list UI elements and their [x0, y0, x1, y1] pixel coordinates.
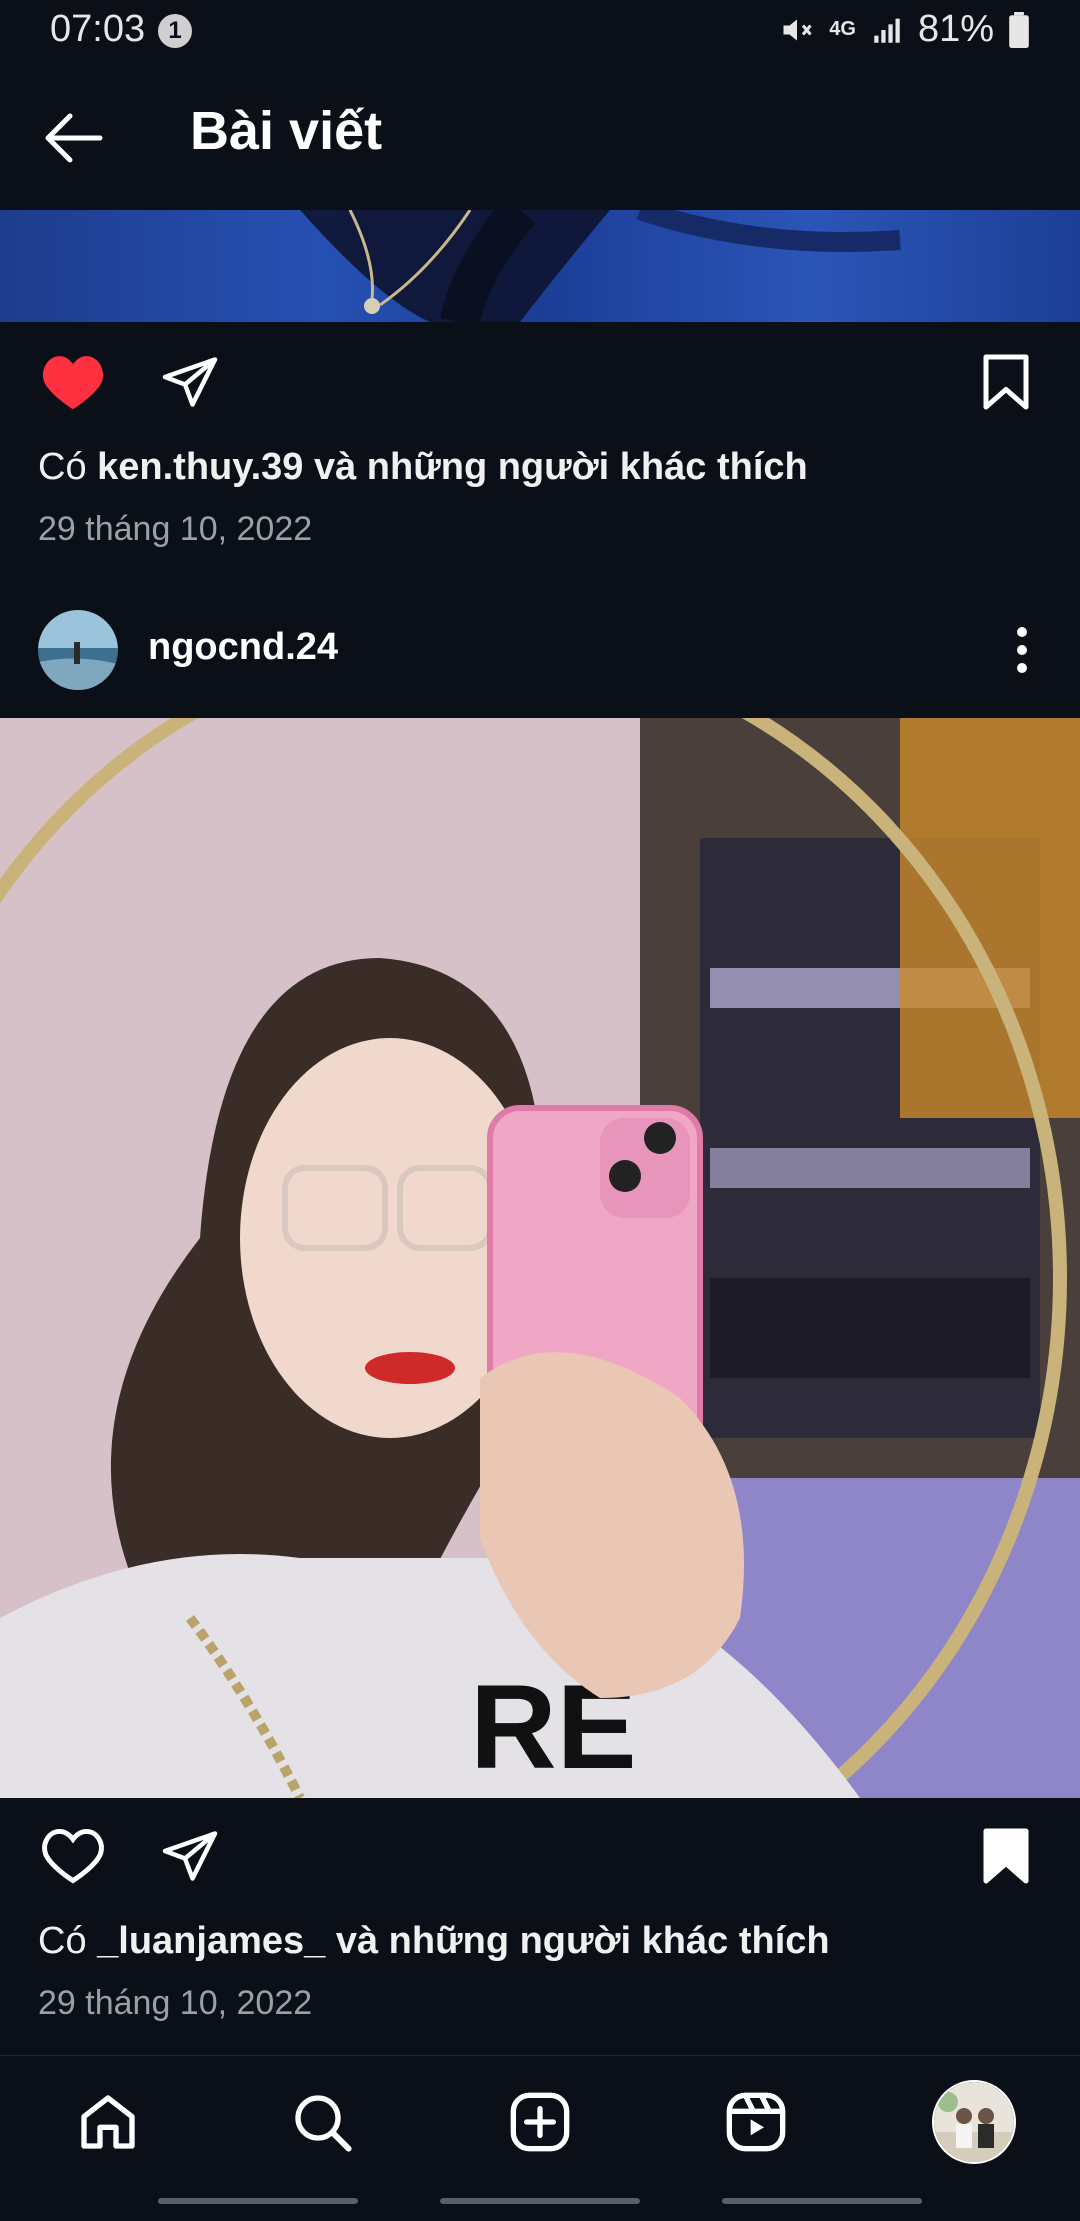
send-icon — [162, 357, 218, 407]
battery-percent: 81% — [917, 8, 994, 50]
search-icon — [295, 2095, 352, 2152]
likes-prefix: Có — [38, 446, 87, 488]
post-image-1[interactable] — [0, 210, 1080, 322]
status-time: 07:03 — [50, 8, 146, 50]
network-type: 4G — [829, 18, 856, 40]
back-button[interactable] — [42, 110, 104, 166]
gesture-segment-right — [722, 2198, 922, 2204]
signal-icon — [874, 18, 900, 43]
liked-by-user[interactable]: ken.thuy.39 — [97, 446, 303, 488]
post-image-2[interactable]: RE — [0, 718, 1080, 1798]
likes-text-post2: Có _luanjames_ và những người khác thích — [38, 1920, 830, 1963]
post-date-1: 29 tháng 10, 2022 — [38, 510, 313, 548]
nav-profile[interactable] — [932, 2080, 1016, 2164]
bookmark-outline-icon — [983, 354, 1029, 410]
share-button-post1[interactable] — [160, 352, 220, 417]
post-image-1-content — [300, 210, 901, 322]
more-vertical-icon — [1017, 627, 1027, 673]
likes-prefix: Có — [38, 1920, 87, 1962]
mute-icon — [783, 19, 812, 40]
nav-search[interactable] — [290, 2090, 354, 2159]
page-title: Bài viết — [190, 101, 383, 161]
like-button-post1[interactable] — [40, 352, 106, 417]
status-icons: 4G 81% — [779, 8, 1030, 51]
nav-home[interactable] — [76, 2090, 140, 2159]
back-arrow-icon — [45, 113, 103, 163]
gesture-segment-left — [158, 2198, 358, 2204]
profile-avatar-image — [934, 2082, 1014, 2162]
notification-badge: 1 — [158, 14, 192, 48]
liked-by-user[interactable]: _luanjames_ — [97, 1920, 325, 1962]
reels-icon — [726, 2092, 786, 2152]
like-button-post2[interactable] — [40, 1826, 106, 1891]
gesture-segment-center — [440, 2198, 640, 2204]
nav-reels[interactable] — [724, 2090, 788, 2159]
bookmark-filled-icon — [983, 1828, 1029, 1884]
send-icon — [162, 1831, 218, 1881]
share-button-post2[interactable] — [160, 1826, 220, 1891]
save-button-post2[interactable] — [978, 1826, 1034, 1891]
heart-filled-icon — [42, 356, 104, 410]
likes-text-post1: Có ken.thuy.39 và những người khác thích — [38, 446, 808, 489]
create-icon — [510, 2092, 570, 2152]
likes-suffix[interactable]: và những người khác thích — [314, 446, 808, 488]
battery-icon — [1009, 11, 1029, 48]
heart-outline-icon — [42, 1828, 104, 1884]
nav-create[interactable] — [508, 2090, 572, 2159]
home-icon — [81, 2095, 135, 2149]
save-button-post1[interactable] — [978, 352, 1034, 417]
post-date-2: 29 tháng 10, 2022 — [38, 1984, 313, 2022]
username-post2[interactable]: ngocnd.24 — [148, 626, 338, 669]
more-options-button[interactable] — [1002, 624, 1042, 681]
avatar-post2[interactable] — [38, 610, 118, 690]
post-image-2-content: RE — [0, 718, 1080, 1798]
status-bar: 07:03 1 4G 81% — [0, 0, 1080, 66]
likes-suffix[interactable]: và những người khác thích — [336, 1920, 830, 1962]
avatar-image — [38, 610, 118, 690]
bottom-nav — [0, 2055, 1080, 2221]
